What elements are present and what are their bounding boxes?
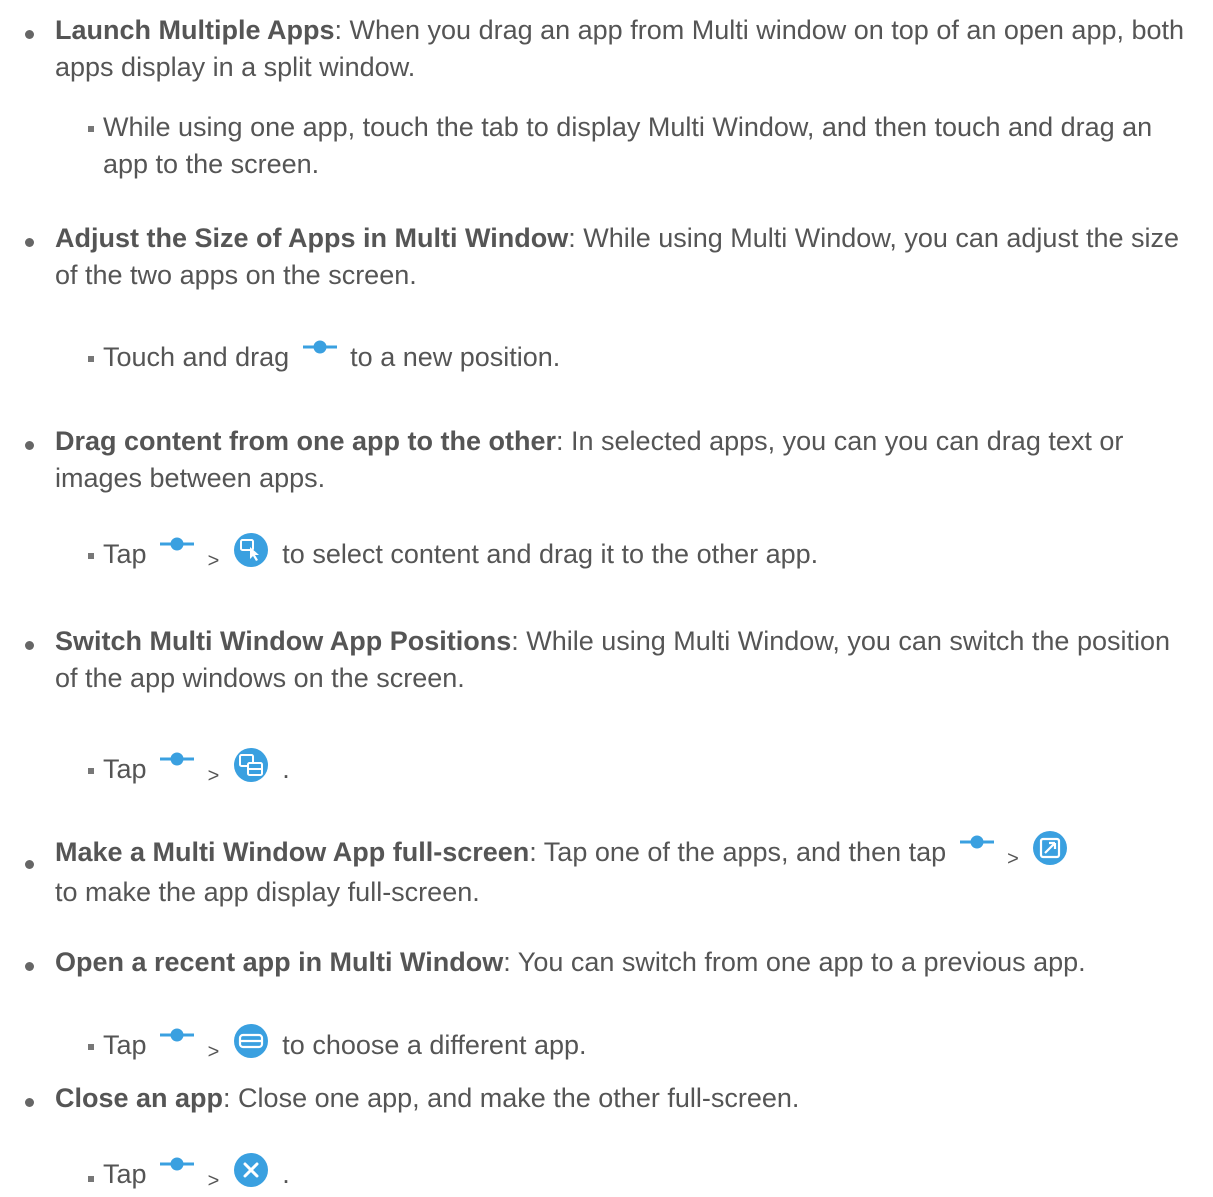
item-desc: : You can switch from one app to a previ…	[503, 947, 1086, 977]
greater-than: >	[207, 1170, 220, 1192]
sub-bullet	[88, 356, 94, 362]
item-title: Launch Multiple Apps	[55, 15, 335, 45]
sub-item: Tap > .	[103, 747, 1203, 791]
window-handle-icon	[160, 1157, 195, 1171]
sub-bullet	[88, 1044, 94, 1050]
greater-than: >	[207, 1041, 220, 1063]
sub-item: Tap > to select content and drag it to t…	[103, 532, 1203, 576]
item-launch-multiple-apps: Launch Multiple Apps: When you drag an a…	[55, 12, 1195, 86]
sub-bullet	[88, 768, 94, 774]
item-drag-content: Drag content from one app to the other: …	[55, 423, 1195, 497]
sub-item: Tap > .	[103, 1152, 1203, 1196]
window-handle-icon	[959, 835, 994, 849]
sub-item: While using one app, touch the tab to di…	[103, 109, 1203, 183]
item-close-app: Close an app: Close one app, and make th…	[55, 1080, 1195, 1117]
item-desc: : Close one app, and make the other full…	[223, 1083, 800, 1113]
greater-than: >	[207, 550, 220, 572]
item-switch-positions: Switch Multi Window App Positions: While…	[55, 623, 1195, 697]
sub-item: Touch and drag to a new position.	[103, 339, 1203, 376]
item-adjust-size: Adjust the Size of Apps in Multi Window:…	[55, 220, 1195, 294]
sub-bullet	[88, 1176, 94, 1182]
sub-text-post: .	[282, 754, 290, 784]
item-desc-post: to make the app display full-screen.	[55, 877, 480, 907]
window-handle-icon	[302, 340, 337, 354]
item-title: Open a recent app in Multi Window	[55, 947, 504, 977]
window-handle-icon	[160, 537, 195, 551]
bullet	[25, 441, 34, 450]
sub-text-pre: Tap	[103, 754, 147, 784]
full-screen-icon	[1033, 830, 1068, 865]
bullet	[25, 30, 34, 39]
sub-bullet	[88, 553, 94, 559]
sub-text-pre: Tap	[103, 1030, 147, 1060]
item-desc: : Tap one of the apps, and then tap	[529, 837, 947, 867]
sub-item: Tap > to choose a different app.	[103, 1023, 1203, 1067]
close-icon	[233, 1152, 268, 1187]
item-title: Make a Multi Window App full-screen	[55, 837, 530, 867]
greater-than: >	[207, 765, 220, 787]
window-handle-icon	[160, 752, 195, 766]
sub-text-pre: Tap	[103, 1159, 147, 1189]
window-handle-icon	[160, 1028, 195, 1042]
recent-apps-icon	[233, 1023, 268, 1058]
switch-windows-icon	[233, 747, 268, 782]
sub-text: While using one app, touch the tab to di…	[103, 112, 1153, 179]
bullet	[25, 641, 34, 650]
sub-text-pre: Touch and drag	[103, 342, 290, 372]
item-title: Adjust the Size of Apps in Multi Window	[55, 223, 569, 253]
bullet	[25, 962, 34, 971]
item-recent-app: Open a recent app in Multi Window: You c…	[55, 944, 1195, 981]
sub-text-post: to select content and drag it to the oth…	[282, 539, 819, 569]
item-title: Switch Multi Window App Positions	[55, 626, 512, 656]
item-full-screen: Make a Multi Window App full-screen: Tap…	[55, 830, 1195, 911]
sub-bullet	[88, 126, 94, 132]
item-title: Close an app	[55, 1083, 224, 1113]
greater-than: >	[1007, 848, 1019, 870]
sub-text-post: to choose a different app.	[282, 1030, 587, 1060]
sub-text-post: .	[282, 1159, 290, 1189]
bullet	[25, 860, 34, 869]
sub-text-post: to a new position.	[350, 342, 561, 372]
bullet	[25, 238, 34, 247]
item-title: Drag content from one app to the other	[55, 426, 557, 456]
drag-content-icon	[233, 532, 268, 567]
sub-text-pre: Tap	[103, 539, 147, 569]
bullet	[25, 1098, 34, 1107]
